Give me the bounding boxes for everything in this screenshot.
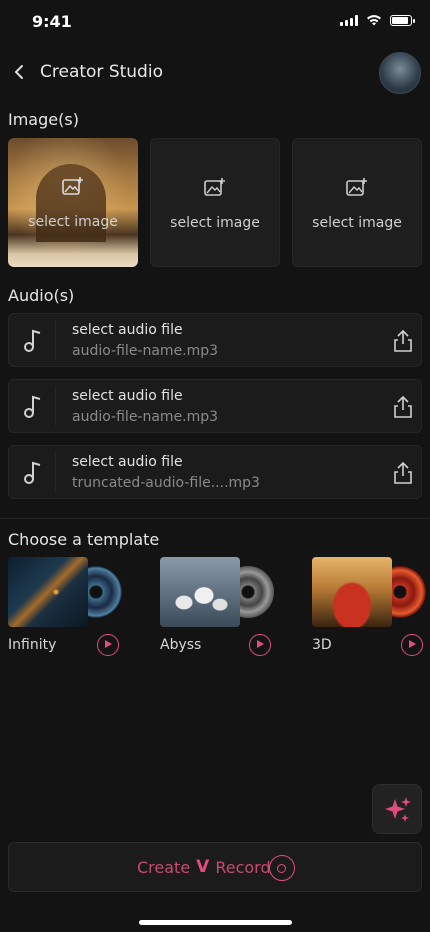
play-icon[interactable]	[401, 634, 423, 656]
audio-title: select audio file	[72, 388, 183, 404]
template-name: Abyss	[160, 637, 202, 653]
image-slot-1[interactable]: select image	[8, 138, 138, 267]
status-icons	[340, 14, 415, 26]
add-image-icon	[346, 178, 367, 196]
play-icon[interactable]	[97, 634, 119, 656]
template-thumbnail-3d[interactable]	[312, 557, 392, 627]
back-button[interactable]	[10, 60, 30, 84]
audio-row-1[interactable]: select audio file audio-file-name.mp3	[8, 313, 422, 367]
image-slot-3[interactable]: select image	[292, 138, 422, 267]
templates-section-label: Choose a template	[8, 530, 160, 549]
audio-filename: audio-file-name.mp3	[72, 409, 219, 425]
template-thumbnail-infinity[interactable]	[8, 557, 88, 627]
audio-filename: truncated-audio-file....mp3	[72, 475, 260, 491]
section-divider	[0, 518, 430, 519]
upload-icon[interactable]	[393, 329, 413, 353]
create-label: Create	[137, 857, 191, 877]
status-time: 9:41	[32, 12, 72, 31]
image-slot-2[interactable]: select image	[150, 138, 280, 267]
audio-title: select audio file	[72, 322, 183, 338]
upload-icon[interactable]	[393, 395, 413, 419]
image-slot-label: select image	[312, 215, 402, 231]
page-title: Creator Studio	[40, 62, 163, 82]
template-name: 3D	[312, 637, 332, 653]
image-slot-label: select image	[170, 215, 260, 231]
battery-icon	[390, 14, 415, 26]
wifi-icon	[367, 15, 381, 26]
add-image-icon	[204, 178, 225, 196]
template-name: Infinity	[8, 637, 57, 653]
music-note-icon	[24, 329, 41, 352]
audio-row-2[interactable]: select audio file audio-file-name.mp3	[8, 379, 422, 433]
music-note-icon	[24, 461, 41, 484]
record-label: Record	[215, 857, 271, 877]
chevron-left-icon	[14, 65, 23, 79]
brand-logo: V	[196, 857, 210, 877]
avatar[interactable]	[379, 52, 421, 94]
add-image-icon	[62, 177, 83, 195]
audio-filename: audio-file-name.mp3	[72, 343, 219, 359]
audio-title: select audio file	[72, 454, 183, 470]
header: Creator Studio	[0, 52, 430, 94]
play-icon[interactable]	[249, 634, 271, 656]
template-thumbnail-abyss[interactable]	[160, 557, 240, 627]
audios-section-label: Audio(s)	[8, 286, 75, 305]
create-record-button[interactable]: Create V Record	[8, 842, 422, 892]
images-section-label: Image(s)	[8, 110, 79, 129]
audio-row-3[interactable]: select audio file truncated-audio-file..…	[8, 445, 422, 499]
magic-button[interactable]	[372, 784, 422, 834]
signal-icon	[340, 14, 358, 26]
image-slot-label: select image	[28, 214, 118, 230]
sparkles-icon	[385, 797, 411, 822]
music-note-icon	[24, 395, 41, 418]
record-icon	[269, 855, 295, 881]
home-indicator	[139, 920, 292, 925]
upload-icon[interactable]	[393, 461, 413, 485]
